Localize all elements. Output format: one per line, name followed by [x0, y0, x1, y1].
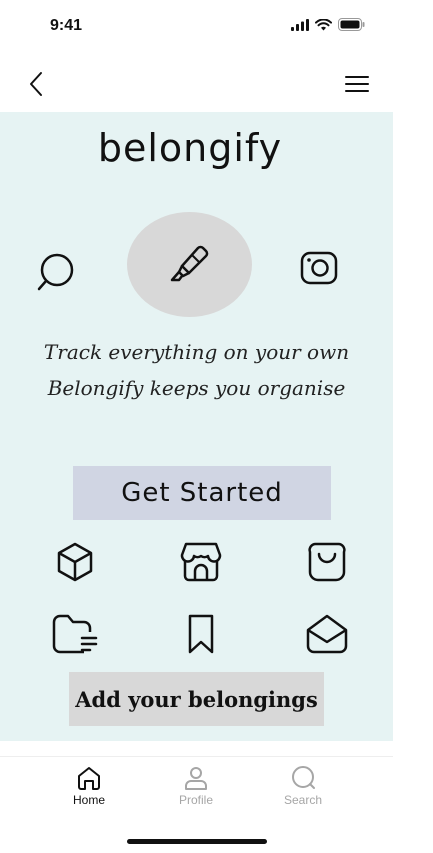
chevron-left-icon[interactable] — [26, 70, 48, 98]
get-started-button[interactable]: Get Started — [73, 466, 331, 520]
hamburger-menu-icon[interactable] — [345, 74, 369, 94]
main-panel: belongify Track everything on your own B… — [0, 112, 393, 741]
wifi-icon — [315, 18, 332, 30]
home-indicator — [127, 839, 267, 844]
pen-button[interactable] — [127, 212, 252, 317]
tab-profile-label: Profile — [178, 793, 213, 807]
tagline-line-1: Track everything on your own — [43, 340, 350, 364]
status-bar: 9:41 — [0, 0, 393, 56]
brand-title: belongify — [97, 126, 283, 170]
camera-icon[interactable] — [300, 251, 338, 285]
folder-icon[interactable] — [52, 614, 98, 654]
search-icon[interactable] — [36, 252, 76, 292]
status-time: 9:41 — [50, 17, 83, 34]
tab-home-label: Home — [72, 793, 105, 807]
tab-search-label: Search — [283, 793, 323, 807]
tagline-line-2: Belongify keeps you organise — [47, 376, 346, 400]
shopping-bag-icon[interactable] — [306, 542, 348, 582]
store-icon[interactable] — [180, 542, 222, 582]
bookmark-icon[interactable] — [186, 614, 216, 654]
signal-icon — [291, 18, 309, 31]
mail-open-icon[interactable] — [306, 614, 348, 654]
status-icons — [291, 18, 365, 31]
add-belongings-button[interactable]: Add your belongings — [69, 672, 324, 726]
profile-icon — [185, 767, 207, 790]
tab-profile[interactable]: Profile — [156, 765, 236, 807]
battery-icon — [338, 18, 365, 31]
tab-home[interactable]: Home — [49, 765, 129, 807]
search-icon — [292, 766, 315, 789]
tab-search[interactable]: Search — [263, 765, 343, 807]
top-nav — [0, 56, 393, 112]
box-icon[interactable] — [56, 542, 94, 582]
home-icon — [78, 767, 100, 790]
highlighter-pen-icon — [170, 245, 209, 282]
